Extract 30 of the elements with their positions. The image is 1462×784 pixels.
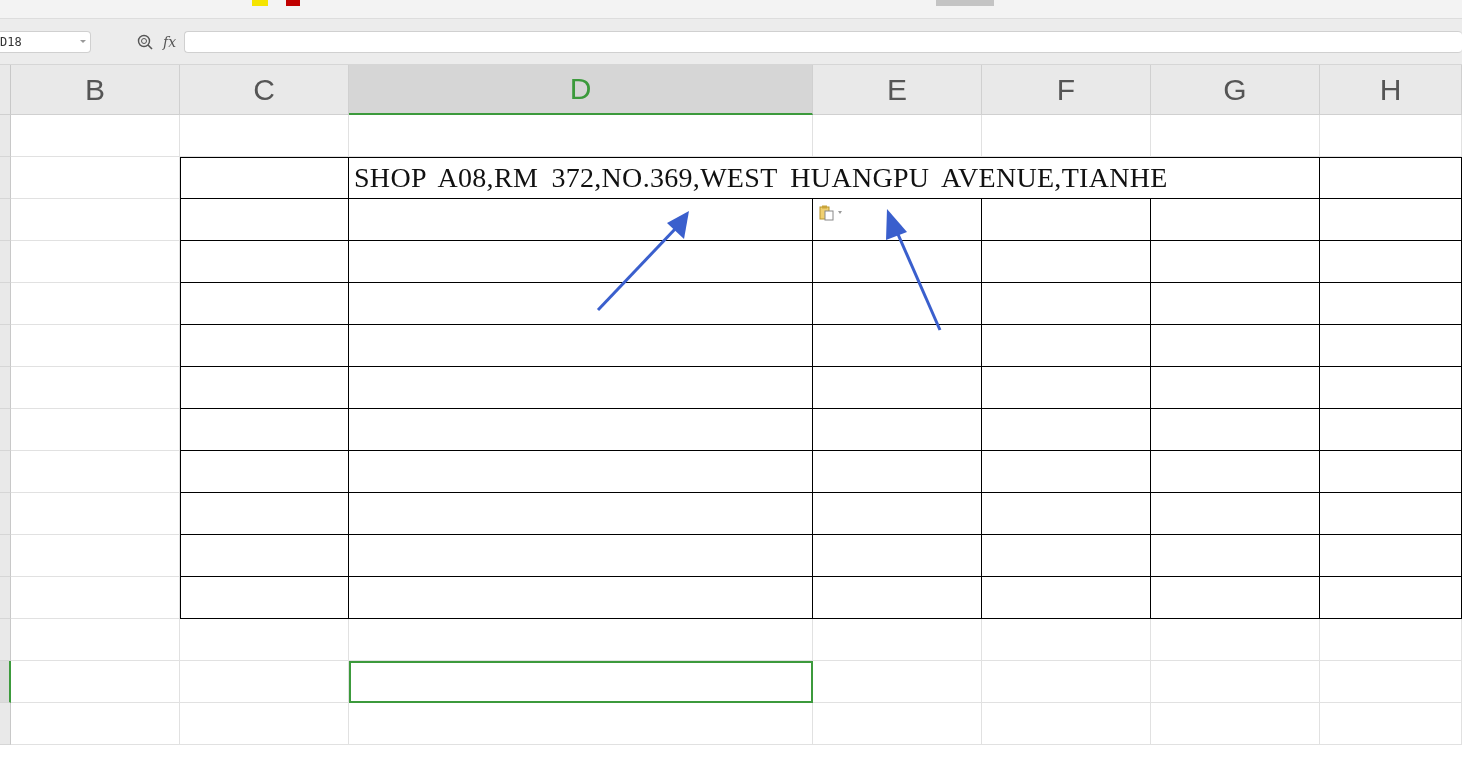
column-header[interactable]: H (1320, 65, 1462, 115)
column-header[interactable]: G (1151, 65, 1320, 115)
row-header[interactable] (0, 157, 11, 199)
table-cell: SHOP A08,RM 372,NO.369,WEST HUANGPU AVENUE,TIANHE (349, 157, 1320, 199)
row-header[interactable] (0, 367, 11, 409)
row-header[interactable] (0, 703, 11, 745)
column-header[interactable]: F (982, 65, 1151, 115)
zoom-icon[interactable] (137, 33, 153, 50)
row-header[interactable] (0, 409, 11, 451)
row-header[interactable] (0, 619, 11, 661)
column-header[interactable]: C (180, 65, 349, 115)
row-header[interactable] (0, 661, 11, 703)
formula-field[interactable] (184, 30, 1462, 53)
row-header[interactable] (0, 115, 11, 157)
name-box[interactable]: D18 (0, 30, 91, 53)
row-header[interactable] (0, 283, 11, 325)
row-header[interactable] (0, 451, 11, 493)
column-header[interactable]: E (813, 65, 982, 115)
column-header[interactable]: B (11, 65, 180, 115)
caret-icon[interactable] (80, 40, 86, 43)
function-label[interactable]: fx (163, 33, 177, 50)
select-all-corner[interactable] (0, 65, 11, 115)
row-header[interactable] (0, 325, 11, 367)
row-header[interactable] (0, 493, 11, 535)
row-header[interactable] (0, 535, 11, 577)
active-cell[interactable] (349, 661, 813, 703)
row-header[interactable] (0, 199, 11, 241)
paste-options-icon[interactable] (819, 205, 845, 221)
row-header[interactable] (0, 577, 11, 619)
row-header[interactable] (0, 241, 11, 283)
